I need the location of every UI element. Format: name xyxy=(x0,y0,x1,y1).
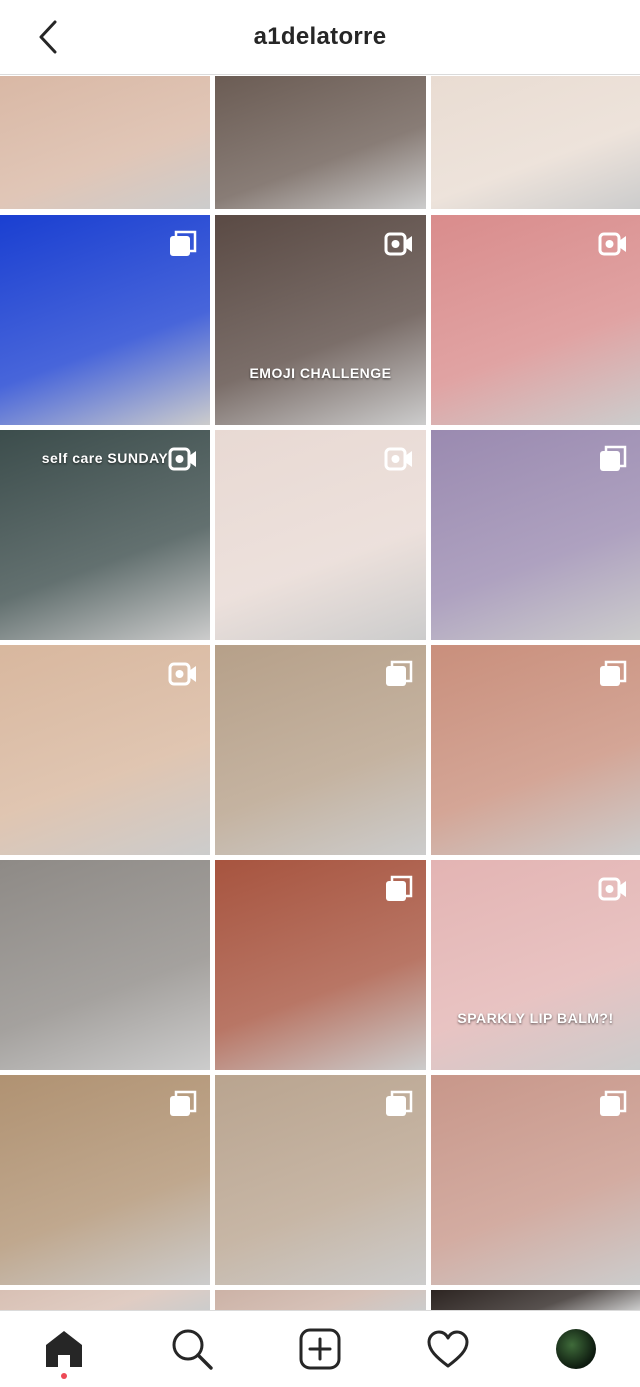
post-thumbnail[interactable] xyxy=(215,645,426,855)
carousel-icon xyxy=(168,1089,198,1119)
igtv-video-icon xyxy=(384,444,414,474)
top-bar: a1delatorre xyxy=(0,0,640,75)
add-post-icon xyxy=(299,1328,341,1370)
post-thumbnail[interactable] xyxy=(0,76,210,209)
carousel-icon xyxy=(384,659,414,689)
carousel-icon xyxy=(598,659,628,689)
post-caption-overlay: SPARKLY LIP BALM?! xyxy=(457,1010,614,1026)
post-thumbnail[interactable] xyxy=(431,430,640,640)
post-thumbnail[interactable] xyxy=(0,645,210,855)
tab-search[interactable] xyxy=(160,1317,224,1381)
profile-avatar xyxy=(556,1329,596,1369)
profile-username[interactable]: a1delatorre xyxy=(254,23,387,51)
post-thumbnail[interactable] xyxy=(0,1075,210,1285)
post-thumbnail[interactable]: EMOJI CHALLENGE xyxy=(215,215,426,425)
post-thumbnail[interactable] xyxy=(431,215,640,425)
post-thumbnail[interactable] xyxy=(431,1290,640,1310)
post-thumbnail[interactable] xyxy=(0,1290,210,1310)
igtv-video-icon xyxy=(168,659,198,689)
tab-profile[interactable] xyxy=(544,1317,608,1381)
igtv-video-icon xyxy=(384,229,414,259)
chevron-left-icon xyxy=(39,20,57,54)
post-thumbnail[interactable] xyxy=(215,76,426,209)
carousel-icon xyxy=(598,1089,628,1119)
tab-activity[interactable] xyxy=(416,1317,480,1381)
post-thumbnail[interactable] xyxy=(0,215,210,425)
post-thumbnail[interactable] xyxy=(215,1075,426,1285)
post-caption-overlay: self care SUNDAY xyxy=(41,450,169,466)
posts-grid: EMOJI CHALLENGE self care SUNDAY SPARKLY L… xyxy=(0,76,640,1310)
bottom-tab-bar xyxy=(0,1310,640,1387)
home-icon xyxy=(46,1331,82,1367)
igtv-video-icon xyxy=(598,229,628,259)
post-thumbnail[interactable] xyxy=(215,860,426,1070)
activity-dot xyxy=(61,1373,67,1379)
post-thumbnail[interactable]: SPARKLY LIP BALM?! xyxy=(431,860,640,1070)
post-thumbnail[interactable] xyxy=(431,1075,640,1285)
carousel-icon xyxy=(384,1089,414,1119)
post-thumbnail[interactable]: self care SUNDAY xyxy=(0,430,210,640)
igtv-video-icon xyxy=(598,874,628,904)
post-thumbnail[interactable] xyxy=(431,76,640,209)
carousel-icon xyxy=(598,444,628,474)
post-thumbnail[interactable] xyxy=(431,645,640,855)
carousel-icon xyxy=(384,874,414,904)
search-icon xyxy=(172,1329,213,1370)
back-button[interactable] xyxy=(28,17,68,57)
post-thumbnail[interactable] xyxy=(215,430,426,640)
post-thumbnail[interactable] xyxy=(215,1290,426,1310)
tab-home[interactable] xyxy=(32,1317,96,1381)
post-caption-overlay: EMOJI CHALLENGE xyxy=(249,365,392,381)
heart-icon xyxy=(427,1330,469,1368)
tab-new-post[interactable] xyxy=(288,1317,352,1381)
post-thumbnail[interactable] xyxy=(0,860,210,1070)
carousel-icon xyxy=(168,229,198,259)
